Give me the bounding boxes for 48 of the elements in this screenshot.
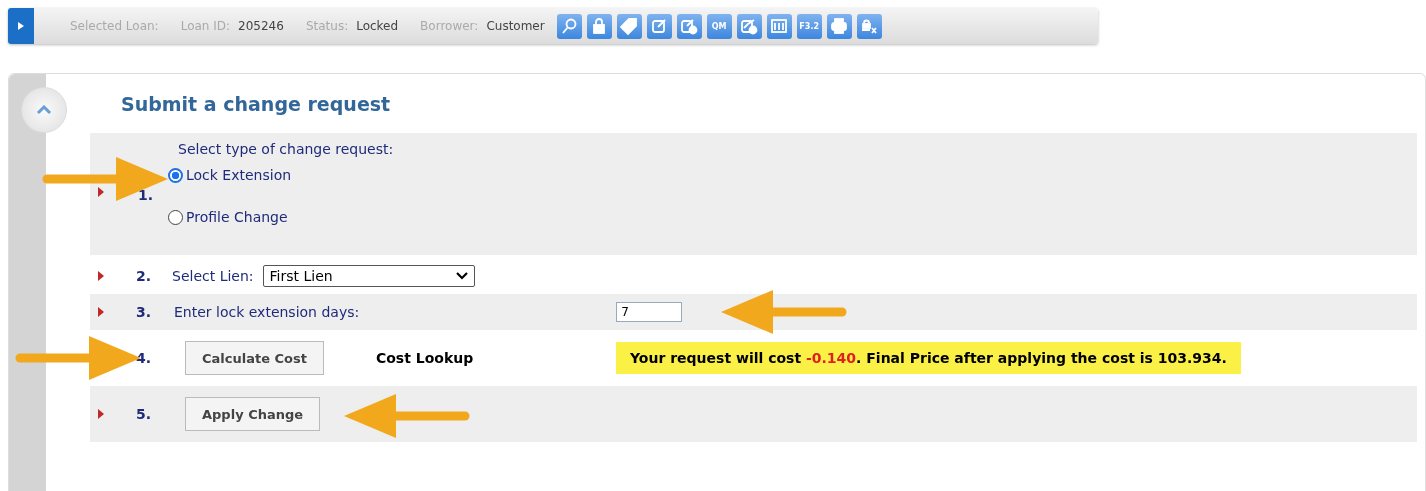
bank-icon [770, 17, 789, 35]
field-value: Customer [486, 19, 545, 33]
edit-clock-tool-button[interactable] [676, 13, 702, 39]
triangle-icon [98, 187, 104, 197]
days-input-field[interactable]: 7 [616, 302, 683, 322]
bank-tool-button[interactable] [766, 13, 792, 39]
lock-tool-button[interactable] [586, 13, 612, 39]
tag-tool-button[interactable] [616, 13, 642, 39]
step-number: 1. [137, 187, 155, 203]
step-prompt: Select Lien: [172, 268, 254, 284]
step-prompt: Enter lock extension days: [174, 304, 360, 320]
edit-icon [650, 17, 669, 35]
chart-clock-icon [740, 17, 759, 35]
panel-title: Submit a change request [121, 93, 392, 117]
field-value: 205246 [238, 19, 284, 33]
edit-clock-icon [680, 17, 699, 35]
apply-change-button[interactable]: Apply Change [185, 397, 321, 431]
step-number: 4. [135, 350, 153, 366]
step-number: 5. [135, 406, 153, 422]
field-value: Locked [356, 19, 399, 33]
clear-tool-button[interactable] [856, 13, 882, 39]
cost-lookup-link[interactable]: Cost Lookup [375, 350, 616, 366]
step-number: 3. [135, 304, 153, 320]
triangle-icon [98, 271, 104, 281]
calculate-cost-button[interactable]: Calculate Cost [185, 341, 324, 375]
search-icon [560, 17, 579, 35]
step-number: 2. [135, 268, 153, 284]
field-label: Borrower: [420, 19, 479, 33]
chart-clock-tool-button[interactable] [736, 13, 762, 39]
triangle-icon [98, 307, 104, 317]
clear-icon [860, 17, 879, 35]
tag-icon [620, 17, 639, 35]
lien-dropdown[interactable]: First Lien [262, 265, 475, 287]
radio-option[interactable]: Profile Change [168, 207, 394, 227]
triangle-icon [17, 21, 25, 31]
chevron-down-icon [455, 272, 468, 280]
print-button[interactable] [826, 13, 852, 39]
edit-tool-button[interactable] [646, 13, 672, 39]
field-label: Loan ID: [180, 19, 231, 33]
field-label: Status: [305, 19, 349, 33]
cost-message: Your request will cost -0.140. Final Price after applying the cost is 103.934. [615, 342, 1241, 374]
chevron-icon [36, 105, 52, 115]
search-button[interactable] [556, 13, 582, 39]
radio-option[interactable]: Lock Extension [168, 165, 394, 185]
triangle-icon [98, 409, 104, 419]
selected-loan-label: Selected Loan: [70, 19, 159, 33]
expand-button[interactable] [8, 8, 34, 44]
step-prompt: Select type of change request: [178, 141, 394, 157]
